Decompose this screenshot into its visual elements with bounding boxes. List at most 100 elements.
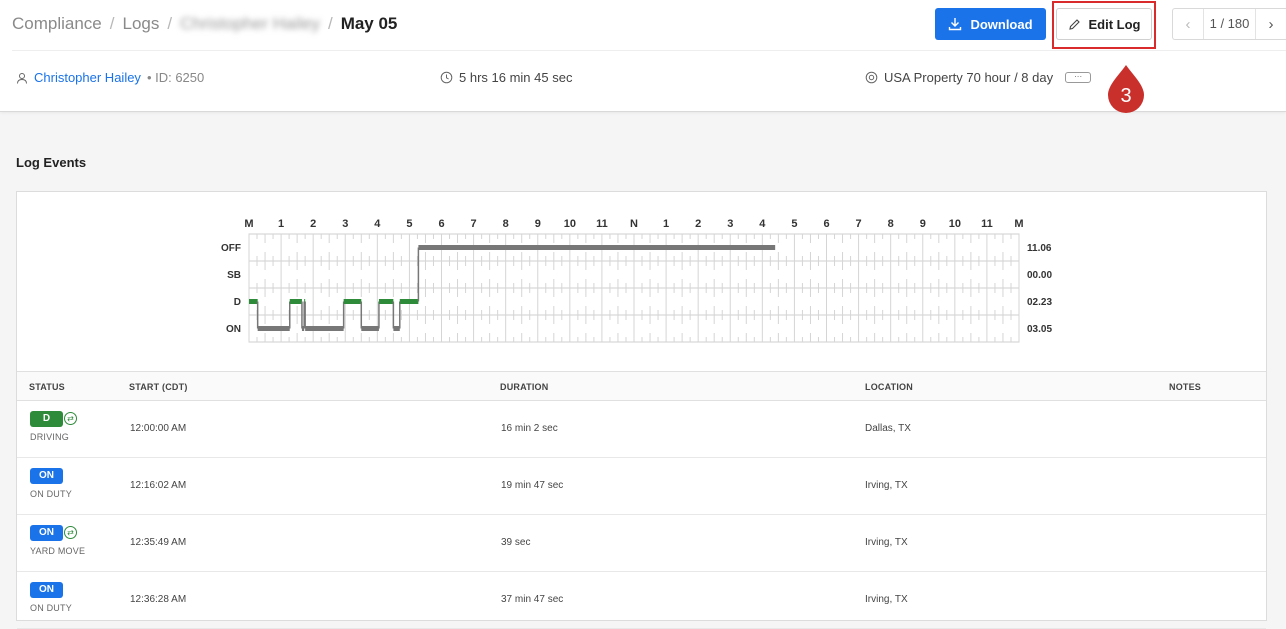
hour-label: 11 — [981, 218, 993, 230]
status-label: DRIVING — [30, 432, 69, 442]
hour-label: 4 — [374, 218, 381, 230]
status-label: YARD MOVE — [30, 546, 86, 556]
header-duration: DURATION — [500, 382, 549, 392]
header-location: LOCATION — [865, 382, 913, 392]
duration-info: 5 hrs 16 min 45 sec — [440, 70, 572, 85]
hour-label: M — [244, 218, 253, 230]
start-cell: 12:36:28 AM — [130, 594, 187, 605]
target-icon — [865, 71, 878, 84]
hour-label: 7 — [471, 218, 477, 230]
hour-label: 6 — [823, 218, 829, 230]
duration-cell: 37 min 47 sec — [501, 594, 564, 605]
status-badge: ON — [30, 468, 63, 484]
pager: ‹ 1 / 180 › — [1172, 8, 1286, 40]
header-status: STATUS — [29, 382, 65, 392]
hour-label: 3 — [727, 218, 733, 230]
location-cell: Irving, TX — [865, 480, 908, 491]
breadcrumb-separator: / — [167, 14, 173, 33]
events-table: STATUS START (CDT) DURATION LOCATION NOT… — [17, 371, 1266, 629]
status-cell: ON ON DUTY — [30, 468, 72, 499]
hour-label: 10 — [564, 218, 576, 230]
breadcrumb-separator: / — [327, 14, 333, 33]
start-cell: 12:00:00 AM — [130, 423, 187, 434]
status-badge: ON — [30, 525, 63, 541]
hour-label: 8 — [503, 218, 509, 230]
clock-icon — [440, 71, 453, 84]
download-button-label: Download — [970, 16, 1033, 32]
transfer-icon: ⇄ — [64, 526, 77, 539]
table-row[interactable]: D ⇄ DRIVING 12:00:00 AM 16 min 2 sec Dall… — [17, 401, 1266, 458]
status-total: 00.00 — [1027, 270, 1052, 281]
duration-cell: 16 min 2 sec — [501, 423, 558, 434]
header-notes: NOTES — [1169, 382, 1202, 392]
hour-label: M — [1014, 218, 1023, 230]
hour-label: 2 — [310, 218, 316, 230]
hour-label: 11 — [596, 218, 608, 230]
hour-label: N — [630, 218, 638, 230]
status-cell: D ⇄ DRIVING — [30, 411, 77, 442]
duration-text: 5 hrs 16 min 45 sec — [459, 70, 573, 85]
user-icon — [17, 72, 27, 84]
breadcrumb: Compliance / Logs / Christopher Hailey /… — [12, 14, 397, 34]
hour-label: 5 — [791, 218, 797, 230]
hour-label: 1 — [663, 218, 669, 230]
driver-info: Christopher Hailey • ID: 6250 — [16, 70, 204, 85]
location-cell: Dallas, TX — [865, 423, 911, 434]
duration-cell: 19 min 47 sec — [501, 480, 564, 491]
location-cell: Irving, TX — [865, 537, 908, 548]
hour-label: 1 — [278, 218, 284, 230]
chevron-right-icon[interactable]: › — [1256, 16, 1286, 33]
hour-label: 5 — [406, 218, 412, 230]
status-total: 02.23 — [1027, 297, 1052, 308]
highlight-box — [1052, 1, 1156, 49]
status-badge: ON — [30, 582, 63, 598]
hour-label: 7 — [856, 218, 862, 230]
step-marker: 3 — [1108, 65, 1144, 113]
table-row[interactable]: ON ON DUTY 12:36:28 AM 37 min 47 sec Irv… — [17, 572, 1266, 629]
status-label: ON DUTY — [30, 603, 72, 613]
page-counter: 1 / 180 — [1203, 9, 1256, 39]
status-cell: ON ⇄ YARD MOVE — [30, 525, 85, 556]
section-title: Log Events — [16, 155, 87, 170]
hour-label: 10 — [949, 218, 961, 230]
header-divider — [12, 50, 1286, 51]
breadcrumb-logs[interactable]: Logs — [123, 14, 160, 34]
status-cell: ON ON DUTY — [30, 582, 72, 613]
start-cell: 12:35:49 AM — [130, 537, 187, 548]
top-header: Compliance / Logs / Christopher Hailey /… — [0, 0, 1286, 112]
table-header: STATUS START (CDT) DURATION LOCATION NOT… — [17, 371, 1266, 401]
duration-cell: 39 sec — [501, 537, 531, 548]
hour-label: 8 — [888, 218, 894, 230]
ruleset-more-button[interactable]: ··· — [1065, 72, 1092, 83]
ruleset-text: USA Property 70 hour / 8 day — [884, 70, 1054, 85]
hour-label: 6 — [438, 218, 444, 230]
page-title: May 05 — [340, 14, 398, 33]
hour-label: 2 — [695, 218, 701, 230]
download-button[interactable]: Download — [935, 8, 1046, 40]
start-cell: 12:16:02 AM — [130, 480, 187, 491]
status-label: OFF — [221, 243, 241, 254]
breadcrumb-separator: / — [109, 14, 115, 33]
hos-graph: M 1 2 3 4 5 6 7 8 9 10 11 N 1 2 3 4 5 6 7 8 9 10 11 M OFF 11.06 SB 0… — [221, 218, 1052, 343]
transfer-icon: ⇄ — [64, 412, 77, 425]
breadcrumb-driver[interactable]: Christopher Hailey — [180, 14, 320, 34]
table-row[interactable]: ON ON DUTY 12:16:02 AM 19 min 47 sec Irv… — [17, 458, 1266, 515]
chevron-left-icon[interactable]: ‹ — [1173, 16, 1203, 33]
table-row[interactable]: ON ⇄ YARD MOVE 12:35:49 AM 39 sec Irving,… — [17, 515, 1266, 572]
status-label: D — [234, 297, 241, 308]
status-label: SB — [227, 270, 241, 281]
status-total: 11.06 — [1027, 243, 1052, 254]
hour-label: 9 — [535, 218, 541, 230]
hour-label: 4 — [759, 218, 766, 230]
hour-label: 9 — [920, 218, 926, 230]
location-cell: Irving, TX — [865, 594, 908, 605]
breadcrumb-compliance[interactable]: Compliance — [12, 14, 102, 34]
status-total: 03.05 — [1027, 324, 1052, 335]
step-marker-number: 3 — [1120, 85, 1131, 107]
driver-id: • ID: 6250 — [146, 70, 205, 85]
driver-name-link[interactable]: Christopher Hailey — [34, 70, 141, 85]
log-events-card: M 1 2 3 4 5 6 7 8 9 10 11 N 1 2 3 4 5 6 7 8 9 10 11 M OFF 11.06 SB 0… — [16, 191, 1267, 629]
ruleset-info: USA Property 70 hour / 8 day ··· — [865, 70, 1092, 85]
status-badge: D — [30, 411, 63, 427]
status-label: ON DUTY — [30, 489, 72, 499]
